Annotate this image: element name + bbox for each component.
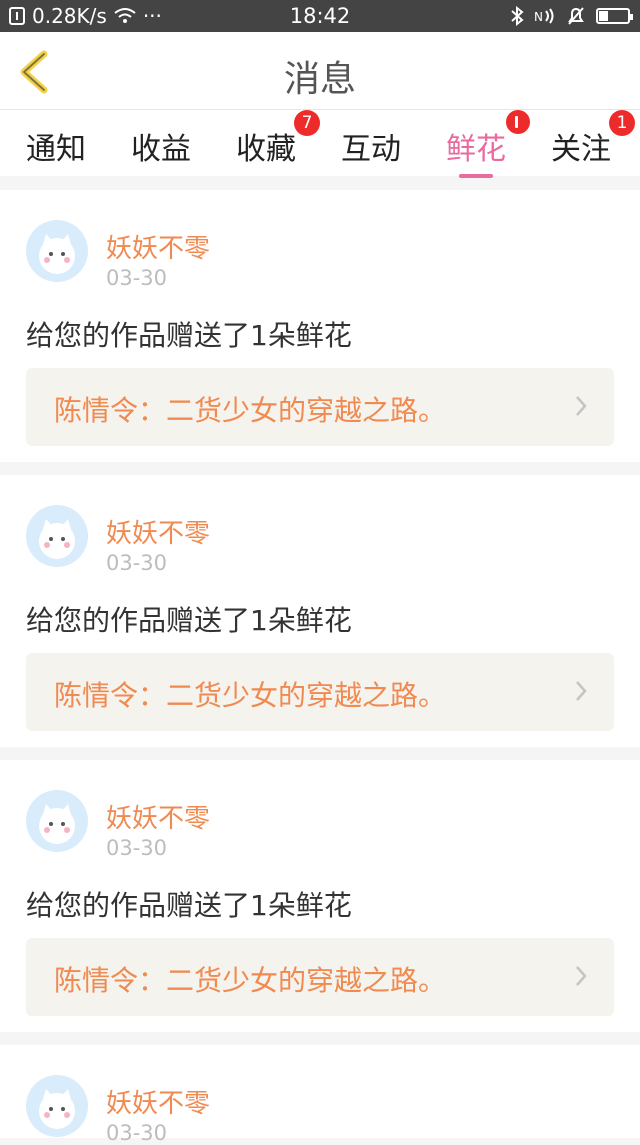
message-card: 妖妖不零 03-30 — [0, 1045, 640, 1145]
sender-name[interactable]: 妖妖不零 — [106, 228, 210, 265]
avatar[interactable] — [26, 790, 88, 852]
tab-flowers[interactable]: 鲜花 — [446, 110, 530, 178]
message-date: 03-30 — [106, 551, 168, 575]
chevron-right-icon — [576, 966, 587, 986]
tab-interactions[interactable]: 互动 — [341, 124, 401, 168]
tab-following[interactable]: 关注 1 — [551, 110, 635, 168]
following-badge: 1 — [609, 110, 635, 136]
tab-notifications[interactable]: 通知 — [26, 124, 86, 168]
page-title: 消息 — [283, 59, 356, 100]
sender-name[interactable]: 妖妖不零 — [106, 798, 210, 835]
tab-label: 互动 — [341, 132, 401, 167]
work-link[interactable]: 陈情令：二货少女的穿越之路。 — [26, 368, 614, 446]
tab-label: 收藏 — [236, 132, 296, 167]
battery-icon — [596, 8, 633, 24]
tab-label: 通知 — [26, 132, 86, 167]
avatar[interactable] — [26, 505, 88, 567]
tab-favorites[interactable]: 收藏 7 — [236, 110, 320, 168]
status-bar: 0.28K/s ··· 18:42 N — [0, 0, 640, 32]
bluetooth-icon — [511, 6, 524, 26]
message-text: 给您的作品赠送了1朵鲜花 — [26, 889, 352, 922]
tab-bar: 通知 收益 收藏 7 互动 鲜花 关注 1 — [0, 110, 640, 178]
work-title: 陈情令：二货少女的穿越之路。 — [54, 964, 447, 997]
status-right: N — [510, 6, 633, 26]
tab-label: 关注 — [551, 132, 611, 167]
message-card: 妖妖不零 03-30 给您的作品赠送了1朵鲜花 陈情令：二货少女的穿越之路。 — [0, 475, 640, 747]
message-card: 妖妖不零 03-30 给您的作品赠送了1朵鲜花 陈情令：二货少女的穿越之路。 — [0, 190, 640, 462]
avatar[interactable] — [26, 1075, 88, 1137]
nfc-icon: N — [534, 8, 554, 24]
tab-label: 收益 — [131, 132, 191, 167]
cat-avatar-icon — [39, 804, 75, 844]
work-link[interactable]: 陈情令：二货少女的穿越之路。 — [26, 938, 614, 1016]
message-text: 给您的作品赠送了1朵鲜花 — [26, 604, 352, 637]
work-link[interactable]: 陈情令：二货少女的穿越之路。 — [26, 653, 614, 731]
sender-name[interactable]: 妖妖不零 — [106, 513, 210, 550]
favorites-badge: 7 — [294, 110, 320, 136]
chevron-right-icon — [576, 681, 587, 701]
flowers-badge-icon — [506, 110, 530, 134]
cat-avatar-icon — [39, 234, 75, 274]
svg-text:N: N — [534, 10, 543, 24]
navigation-header: 消息 — [0, 32, 640, 110]
chevron-right-icon — [576, 396, 587, 416]
message-card: 妖妖不零 03-30 给您的作品赠送了1朵鲜花 陈情令：二货少女的穿越之路。 — [0, 760, 640, 1032]
cat-avatar-icon — [39, 519, 75, 559]
avatar[interactable] — [26, 220, 88, 282]
sender-name[interactable]: 妖妖不零 — [106, 1083, 210, 1120]
tab-label: 鲜花 — [446, 132, 506, 167]
cat-avatar-icon — [39, 1089, 75, 1129]
silent-bell-icon — [568, 7, 584, 25]
message-date: 03-30 — [106, 1121, 168, 1145]
message-date: 03-30 — [106, 266, 168, 290]
active-tab-indicator — [459, 174, 493, 178]
work-title: 陈情令：二货少女的穿越之路。 — [54, 394, 447, 427]
tab-earnings[interactable]: 收益 — [131, 124, 191, 168]
message-text: 给您的作品赠送了1朵鲜花 — [26, 319, 352, 352]
work-title: 陈情令：二货少女的穿越之路。 — [54, 679, 447, 712]
message-date: 03-30 — [106, 836, 168, 860]
